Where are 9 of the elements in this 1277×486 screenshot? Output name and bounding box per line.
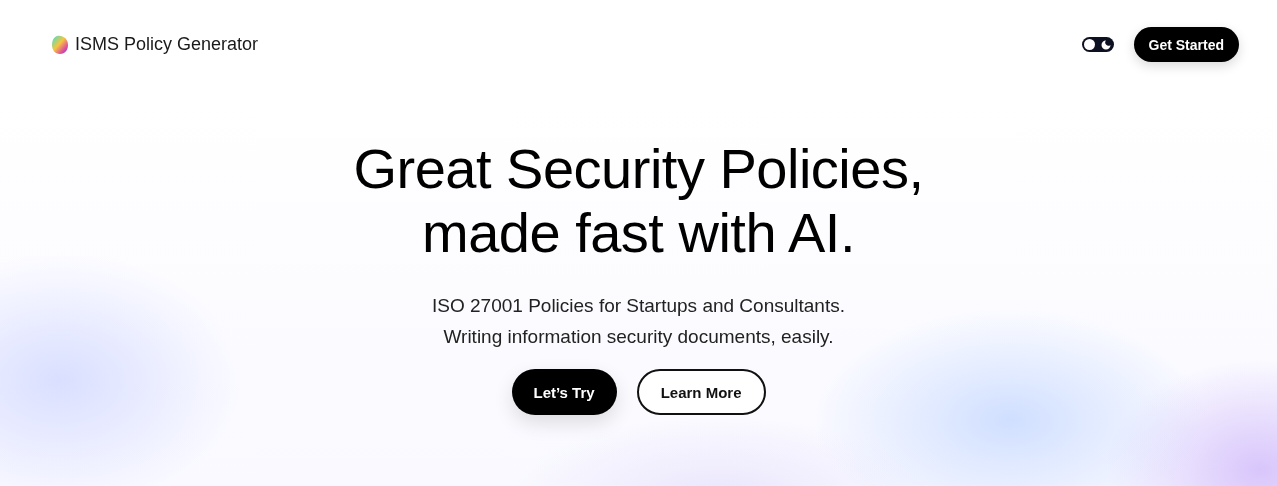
try-button[interactable]: Let’s Try [511, 369, 617, 415]
theme-toggle[interactable] [1081, 37, 1114, 52]
logo-icon [51, 34, 69, 55]
brand-name: ISMS Policy Generator [75, 34, 259, 55]
hero-subtitle: ISO 27001 Policies for Startups and Consultants. Writing information security documents, easily. [432, 294, 845, 349]
hero-title: Great Security Policies, made fast with AI. [353, 137, 924, 265]
learn-more-button[interactable]: Learn More [636, 369, 766, 415]
get-started-button[interactable]: Get Started [1133, 27, 1239, 62]
moon-icon [1100, 39, 1111, 50]
